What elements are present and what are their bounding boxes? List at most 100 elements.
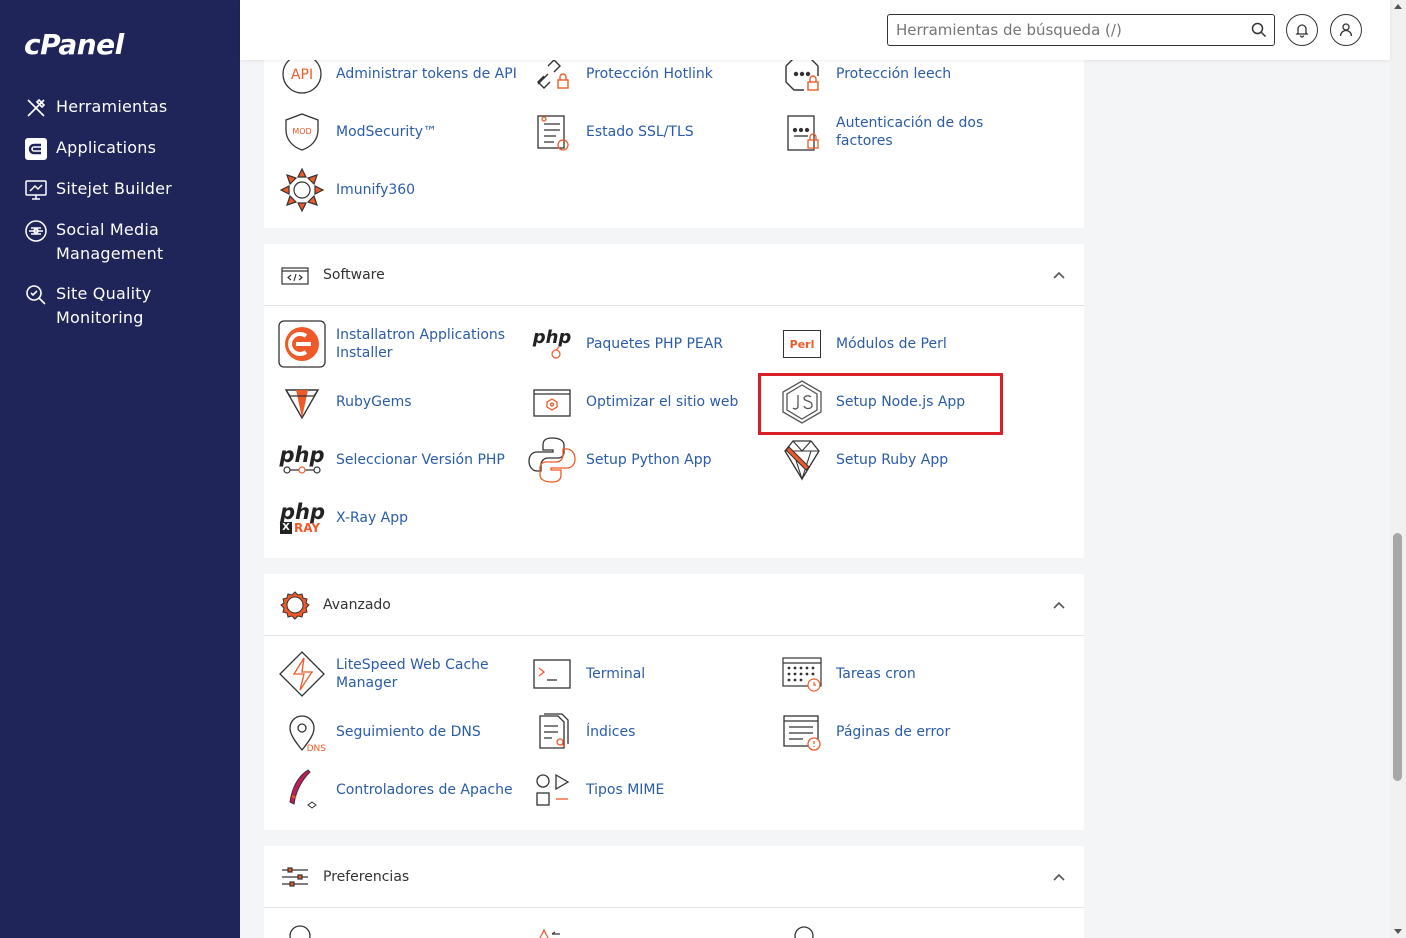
section-title: Software: [323, 266, 385, 283]
chevron-up-icon[interactable]: [1052, 268, 1066, 282]
tool-mime-types[interactable]: Tipos MIME: [528, 765, 778, 815]
ssl-icon: [528, 108, 576, 156]
tool-label: Setup Python App: [586, 452, 712, 468]
sidebar-nav: Herramientas Applications Sitejet Builde…: [0, 95, 240, 346]
tools-icon: [27, 98, 46, 117]
cpanel-logo[interactable]: cPanel: [24, 28, 124, 61]
applications-icon: [25, 138, 47, 160]
tool-error-pages[interactable]: Páginas de error: [778, 707, 1028, 757]
tool-label: Protección Hotlink: [586, 66, 713, 82]
tool-label: Autenticación de dos factores: [836, 115, 984, 149]
tool-modsecurity[interactable]: MOD ModSecurity™: [278, 107, 528, 157]
top-header: [240, 0, 1390, 60]
search-icon[interactable]: [1250, 21, 1268, 39]
preferences-panel-header[interactable]: Preferencias: [264, 846, 1084, 908]
partial-tool-icon: [289, 925, 311, 938]
tool-rubygems[interactable]: RubyGems: [278, 377, 528, 427]
tool-two-factor[interactable]: Autenticación de dos factores: [778, 107, 1028, 157]
php-version-icon: php: [278, 436, 326, 484]
tool-apache-handlers[interactable]: Controladores de Apache: [278, 765, 528, 815]
python-icon: [528, 436, 576, 484]
sitejet-icon: [25, 180, 47, 200]
sidebar-item-social-media[interactable]: Social Media Management: [0, 218, 240, 266]
tool-installatron[interactable]: Installatron Applications Installer: [278, 319, 528, 369]
php-logo-text: php: [280, 500, 326, 524]
tool-litespeed[interactable]: LiteSpeed Web Cache Manager: [278, 649, 528, 699]
chevron-up-icon[interactable]: [1052, 870, 1066, 884]
section-title: Preferencias: [323, 868, 410, 885]
two-factor-icon: [778, 108, 826, 156]
litespeed-icon: [278, 650, 326, 698]
tool-label: RubyGems: [336, 394, 412, 410]
partial-tool-icon: [794, 926, 814, 938]
tool-xray[interactable]: php X RAY X-Ray App: [278, 493, 528, 543]
tool-php-version[interactable]: php Seleccionar Versión PHP: [278, 435, 528, 485]
tool-label: Imunify360: [336, 182, 416, 198]
software-icon: [281, 266, 309, 285]
svg-text:MOD: MOD: [292, 127, 311, 136]
tool-label: Estado SSL/TLS: [586, 124, 694, 140]
sidebar-item-sitejet[interactable]: Sitejet Builder: [0, 177, 240, 202]
tool-dns-tracking[interactable]: DNS Seguimiento de DNS: [278, 707, 528, 757]
tool-label: Optimizar el sitio web: [586, 394, 739, 410]
advanced-panel: Avanzado LiteSpeed Web Cache Manager Ter…: [264, 574, 1084, 830]
nodejs-highlight-box: [758, 373, 1003, 435]
sidebar-item-label: Site Quality Monitoring: [56, 284, 152, 327]
main-content: API Administrar tokens de API Protección…: [240, 0, 1390, 938]
tool-label: Seleccionar Versión PHP: [336, 452, 505, 468]
tool-ruby-app[interactable]: Setup Ruby App: [778, 435, 1028, 485]
preferences-panel: Preferencias: [264, 846, 1084, 938]
rubygems-icon: [278, 378, 326, 426]
sidebar-item-applications[interactable]: Applications: [0, 136, 240, 161]
sidebar-item-label: Applications: [56, 138, 157, 157]
user-menu-button[interactable]: [1330, 14, 1362, 46]
tool-terminal[interactable]: Terminal: [528, 649, 778, 699]
perl-icon: Perl: [778, 320, 826, 368]
php-logo-text: php: [532, 327, 572, 348]
tool-optimize-site[interactable]: Optimizar el sitio web: [528, 377, 778, 427]
search-box[interactable]: [887, 14, 1275, 46]
tool-label: Paquetes PHP PEAR: [586, 336, 724, 352]
bell-icon: [1295, 24, 1309, 38]
tool-imunify360[interactable]: Imunify360: [278, 165, 528, 215]
optimize-icon: [528, 378, 576, 426]
search-input[interactable]: [888, 15, 1228, 45]
software-panel-header[interactable]: Software: [264, 244, 1084, 306]
tool-label: X-Ray App: [336, 510, 409, 526]
xray-icon: php X RAY: [278, 494, 326, 542]
scrollbar-thumb[interactable]: [1393, 533, 1402, 781]
tool-label: Tareas cron: [836, 666, 916, 682]
scroll-up-arrow[interactable]: [1394, 4, 1402, 9]
page-scrollbar[interactable]: [1390, 0, 1406, 938]
modsecurity-icon: MOD: [278, 108, 326, 156]
sliders-icon: [282, 866, 308, 887]
sidebar-item-label: Social Media Management: [56, 220, 164, 263]
tool-python[interactable]: Setup Python App: [528, 435, 778, 485]
php-logo-text: php: [279, 443, 325, 467]
php-pear-icon: php: [528, 320, 576, 368]
section-title: Avanzado: [323, 596, 391, 613]
scroll-down-arrow[interactable]: [1394, 929, 1402, 934]
tool-cron[interactable]: Tareas cron: [778, 649, 1028, 699]
dns-icon: DNS: [278, 708, 326, 756]
sidebar-item-herramientas[interactable]: Herramientas: [0, 95, 240, 120]
chevron-up-icon[interactable]: [1052, 598, 1066, 612]
user-icon: [1339, 23, 1353, 37]
tool-ssl-status[interactable]: Estado SSL/TLS: [528, 107, 778, 157]
sidebar-item-site-quality[interactable]: Site Quality Monitoring: [0, 282, 240, 330]
sidebar-item-label: Sitejet Builder: [56, 179, 172, 198]
terminal-icon: [528, 650, 576, 698]
tool-label: Seguimiento de DNS: [336, 724, 481, 740]
tool-label: LiteSpeed Web Cache Manager: [336, 657, 489, 691]
tool-perl-modules[interactable]: Perl Módulos de Perl: [778, 319, 1028, 369]
notifications-button[interactable]: [1286, 14, 1318, 46]
xray-logo-text: RAY: [294, 521, 321, 535]
tool-label: Terminal: [586, 666, 646, 682]
tool-label: Módulos de Perl: [836, 336, 947, 352]
tool-label: Índices: [586, 724, 636, 740]
tool-label: Administrar tokens de API: [336, 66, 517, 82]
tool-indexes[interactable]: Índices: [528, 707, 778, 757]
imunify-icon: [278, 166, 326, 214]
tool-php-pear[interactable]: php Paquetes PHP PEAR: [528, 319, 778, 369]
advanced-panel-header[interactable]: Avanzado: [264, 574, 1084, 636]
